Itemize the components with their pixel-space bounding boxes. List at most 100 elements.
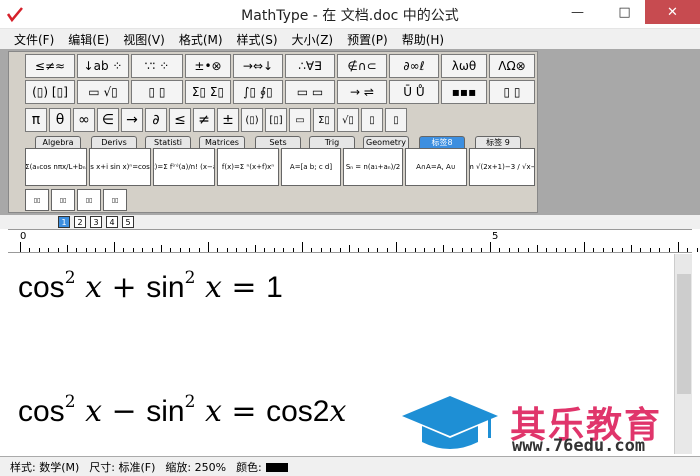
ruler-tick	[565, 248, 567, 252]
template-limit[interactable]: lim √(2x+1)−3 / √x−2	[469, 148, 535, 186]
template-power-series[interactable]: f(x)=Σ ⁿ(x+f)xⁿ	[217, 148, 279, 186]
nav-button-5[interactable]: 5	[122, 216, 134, 228]
palette-arrows[interactable]: →⇔↓	[233, 54, 283, 78]
palette-spaces[interactable]: ↓ab ⁘	[77, 54, 129, 78]
ruler-tick	[433, 248, 435, 252]
menu-help[interactable]: 帮助(H)	[402, 31, 444, 48]
symbol-superscript[interactable]: ▯	[385, 108, 407, 132]
symbol-element-of[interactable]: ∈	[97, 108, 119, 132]
ruler-tick	[208, 242, 209, 252]
ruler-tick	[621, 248, 623, 252]
ruler-tick	[245, 248, 247, 252]
tab-geometry[interactable]: Geometry	[363, 136, 409, 148]
ruler-tick	[132, 248, 134, 252]
palette-fences[interactable]: (▯) [▯]	[25, 80, 75, 104]
nav-button-2[interactable]: 2	[74, 216, 86, 228]
minimize-button[interactable]: —	[555, 0, 600, 24]
color-swatch[interactable]	[265, 463, 288, 472]
symbol-arrow[interactable]: →	[121, 108, 143, 132]
template-slot[interactable]: ▯▯	[25, 189, 49, 211]
template-set-intersection[interactable]: A∩A=A, A∪	[405, 148, 467, 186]
tab-label-8[interactable]: 标签8	[419, 136, 465, 148]
palette-logic[interactable]: ∴∀∃	[285, 54, 335, 78]
template-slot[interactable]: ▯▯	[77, 189, 101, 211]
tab-trig[interactable]: Trig	[309, 136, 355, 148]
ruler-tick	[29, 248, 31, 252]
symbol-plus-minus[interactable]: ±	[217, 108, 239, 132]
status-style[interactable]: 样式: 数学(M)	[10, 459, 79, 475]
site-watermark: 其乐教育 www.76edu.com	[400, 392, 700, 456]
symbol-fraction[interactable]: ▭	[289, 108, 311, 132]
symbol-less-equal[interactable]: ≤	[169, 108, 191, 132]
ruler-tick	[555, 248, 557, 252]
symbol-partial[interactable]: ∂	[145, 108, 167, 132]
palette-labeled-arrows[interactable]: → ⇌	[337, 80, 387, 104]
nav-button-1[interactable]: 1	[58, 216, 70, 228]
symbol-parentheses[interactable]: (▯)	[241, 108, 263, 132]
tab-label-9[interactable]: 标签 9	[475, 136, 521, 148]
graduation-cap-icon	[402, 396, 498, 449]
symbol-infinity[interactable]: ∞	[73, 108, 95, 132]
tab-derivs[interactable]: Derivs	[91, 136, 137, 148]
tab-algebra[interactable]: Algebra	[35, 136, 81, 148]
nav-button-3[interactable]: 3	[90, 216, 102, 228]
menu-file[interactable]: 文件(F)	[14, 31, 54, 48]
ruler-tick	[123, 248, 125, 252]
symbol-sum[interactable]: Σ▯	[313, 108, 335, 132]
tab-sets[interactable]: Sets	[255, 136, 301, 148]
ruler-tick	[264, 248, 266, 252]
menu-format[interactable]: 格式(M)	[179, 31, 223, 48]
status-size[interactable]: 尺寸: 标准(F)	[89, 459, 155, 475]
menu-style[interactable]: 样式(S)	[237, 31, 278, 48]
palette-fractions-radicals[interactable]: ▭ √▯	[77, 80, 129, 104]
palette-bars[interactable]: ▭ ▭	[285, 80, 335, 104]
template-slot[interactable]: ▯▯	[51, 189, 75, 211]
palette-sets[interactable]: ∉∩⊂	[337, 54, 387, 78]
ruler-tick	[330, 248, 332, 252]
ruler-tick	[161, 245, 162, 252]
template-fourier-series[interactable]: a(x)=a₀+Σ(aₙcos nπx/L+bₙsin nπx/L)	[25, 148, 87, 186]
status-color[interactable]: 颜色:	[236, 459, 288, 475]
menu-view[interactable]: 视图(V)	[123, 31, 165, 48]
template-arithmetic-sum[interactable]: Sₙ = n(a₁+aₙ)/2	[343, 148, 403, 186]
watermark-url: www.76edu.com	[512, 436, 646, 456]
palette-summation[interactable]: Σ▯ Σ▯	[185, 80, 231, 104]
symbol-brackets[interactable]: [▯]	[265, 108, 287, 132]
palette-integrals[interactable]: ∫▯ ∮▯	[233, 80, 283, 104]
palette-misc[interactable]: ∂∞ℓ	[389, 54, 439, 78]
template-matrix[interactable]: A=[a b; c d]	[281, 148, 341, 186]
palette-operators[interactable]: ±•⊗	[185, 54, 231, 78]
palette-products[interactable]: Ū Ů	[389, 80, 439, 104]
symbol-not-equal[interactable]: ≠	[193, 108, 215, 132]
symbol-subscript[interactable]: ▯	[361, 108, 383, 132]
ruler-tick	[649, 248, 651, 252]
symbol-theta[interactable]: θ	[49, 108, 71, 132]
ruler-tick	[499, 248, 501, 252]
template-de-moivre[interactable]: (cos x+i sin x)ⁿ=cos nx	[89, 148, 151, 186]
palette-greek-lower[interactable]: λωθ	[441, 54, 487, 78]
palette-matrices[interactable]: ▪▪▪	[441, 80, 487, 104]
ruler-tick	[414, 248, 416, 252]
palette-relational[interactable]: ≤≠≈	[25, 54, 75, 78]
close-button[interactable]: ✕	[645, 0, 700, 24]
template-slot[interactable]: ▯▯	[103, 189, 127, 211]
status-zoom[interactable]: 缩放: 250%	[165, 459, 226, 475]
palette-boxes[interactable]: ▯ ▯	[489, 80, 535, 104]
menu-preferences[interactable]: 预置(P)	[347, 31, 388, 48]
ruler-tick	[85, 248, 87, 252]
ruler-tick	[631, 245, 632, 252]
maximize-button[interactable]: □	[602, 0, 647, 24]
palette-scripts[interactable]: ▯ ▯	[131, 80, 183, 104]
symbol-pi[interactable]: π	[25, 108, 47, 132]
menu-size[interactable]: 大小(Z)	[292, 31, 334, 48]
template-taylor-series[interactable]: f(x)=Σ f⁽ⁿ⁾(a)/n! (x−a)ⁿ	[153, 148, 215, 186]
menu-edit[interactable]: 编辑(E)	[68, 31, 109, 48]
palette-greek-upper[interactable]: ΛΩ⊗	[489, 54, 535, 78]
tab-statistics[interactable]: Statisti	[145, 136, 191, 148]
tab-matrices[interactable]: Matrices	[199, 136, 245, 148]
ruler-tick	[602, 248, 604, 252]
nav-button-4[interactable]: 4	[106, 216, 118, 228]
symbol-sqrt[interactable]: √▯	[337, 108, 359, 132]
palette-embellishments[interactable]: ∵∶ ⁘	[131, 54, 183, 78]
scrollbar-thumb[interactable]	[677, 274, 691, 394]
